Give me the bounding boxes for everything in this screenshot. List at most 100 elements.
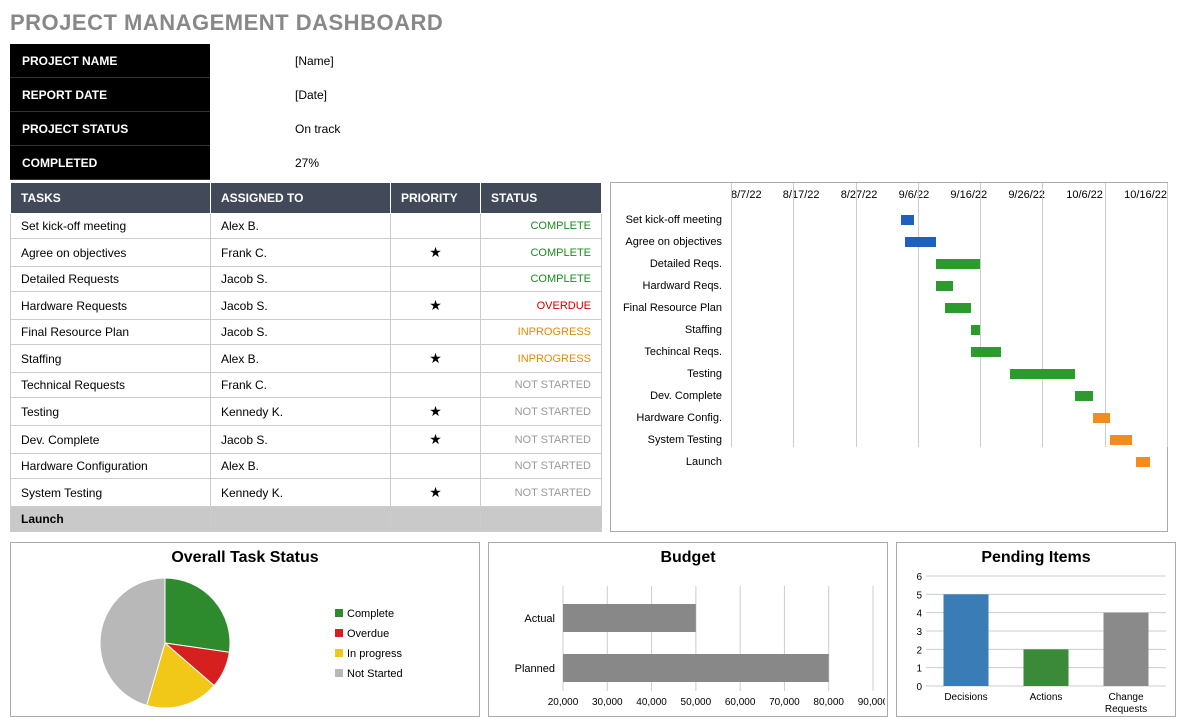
gantt-bar: [1110, 435, 1132, 445]
gantt-bar: [1136, 457, 1149, 467]
gantt-row: Agree on objectives: [731, 233, 1167, 255]
pending-bar: [1024, 649, 1069, 686]
budget-title: Budget: [493, 549, 883, 567]
axis-tick: 6: [916, 572, 922, 583]
task-status: INPROGRESS: [481, 345, 602, 373]
col-assigned: ASSIGNED TO: [211, 183, 391, 214]
task-status: OVERDUE: [481, 292, 602, 320]
table-row: Detailed Requests Jacob S. COMPLETE: [11, 267, 602, 292]
pending-label: Change: [1108, 692, 1143, 703]
pending-label: Requests: [1105, 704, 1147, 715]
task-status: NOT STARTED: [481, 398, 602, 426]
axis-tick: 4: [916, 609, 922, 620]
axis-tick: 0: [916, 682, 922, 693]
axis-tick: 50,000: [681, 697, 712, 708]
legend-label: Not Started: [347, 668, 403, 680]
axis-tick: 60,000: [725, 697, 756, 708]
info-value: On track: [210, 122, 340, 136]
axis-tick: 30,000: [592, 697, 623, 708]
task-priority: [391, 373, 481, 398]
gantt-label: Final Resource Plan: [611, 302, 726, 314]
pie-chart: CompleteOverdueIn progressNot Started: [15, 571, 475, 716]
gantt-bar: [1075, 391, 1092, 401]
axis-tick: 40,000: [636, 697, 667, 708]
info-value: [Date]: [210, 88, 327, 102]
task-priority: ★: [391, 479, 481, 507]
gantt-label: Techincal Reqs.: [611, 346, 726, 358]
task-name: Hardware Configuration: [11, 454, 211, 479]
task-name: Dev. Complete: [11, 426, 211, 454]
tasks-table: TASKS ASSIGNED TO PRIORITY STATUS Set ki…: [10, 182, 602, 532]
table-row: Testing Kennedy K. ★ NOT STARTED: [11, 398, 602, 426]
axis-tick: 70,000: [769, 697, 800, 708]
task-assigned: Jacob S.: [211, 426, 391, 454]
table-row: Technical Requests Frank C. NOT STARTED: [11, 373, 602, 398]
axis-tick: 3: [916, 627, 922, 638]
task-assigned: Kennedy K.: [211, 479, 391, 507]
gantt-bar: [901, 215, 914, 225]
task-name: Technical Requests: [11, 373, 211, 398]
panel-pending: Pending Items 0123456DecisionsActionsCha…: [896, 542, 1176, 717]
task-assigned: Frank C.: [211, 239, 391, 267]
task-assigned: Jacob S.: [211, 320, 391, 345]
legend-swatch: [335, 609, 343, 617]
task-name: Hardware Requests: [11, 292, 211, 320]
col-status: STATUS: [481, 183, 602, 214]
gantt-bar: [1010, 369, 1075, 379]
gantt-row: System Testing: [731, 431, 1167, 453]
task-priority: [391, 214, 481, 239]
info-value: [Name]: [210, 54, 334, 68]
info-label: COMPLETED: [10, 146, 210, 180]
gantt-bar: [905, 237, 936, 247]
gantt-label: Launch: [611, 456, 726, 468]
task-priority: ★: [391, 426, 481, 454]
task-name: Testing: [11, 398, 211, 426]
legend-label: In progress: [347, 648, 403, 660]
gantt-chart: 8/7/228/17/228/27/229/6/229/16/229/26/22…: [610, 182, 1168, 532]
info-block: PROJECT NAME[Name]REPORT DATE[Date]PROJE…: [10, 44, 1168, 180]
task-status: NOT STARTED: [481, 426, 602, 454]
task-priority: ★: [391, 239, 481, 267]
gantt-bar: [1093, 413, 1110, 423]
budget-label: Planned: [515, 663, 555, 675]
pie-slice: [165, 578, 230, 652]
budget-bar: [563, 654, 829, 682]
task-name: Agree on objectives: [11, 239, 211, 267]
gantt-bar: [971, 325, 980, 335]
task-assigned: Alex B.: [211, 454, 391, 479]
gantt-label: Dev. Complete: [611, 390, 726, 402]
pending-title: Pending Items: [901, 549, 1171, 567]
gantt-row: Dev. Complete: [731, 387, 1167, 409]
task-status: NOT STARTED: [481, 454, 602, 479]
info-label: PROJECT NAME: [10, 44, 210, 78]
panel-budget: Budget 20,00030,00040,00050,00060,00070,…: [488, 542, 888, 717]
legend-swatch: [335, 669, 343, 677]
table-row: Dev. Complete Jacob S. ★ NOT STARTED: [11, 426, 602, 454]
task-status: COMPLETE: [481, 239, 602, 267]
table-row: Staffing Alex B. ★ INPROGRESS: [11, 345, 602, 373]
status-title: Overall Task Status: [15, 549, 475, 567]
axis-tick: 2: [916, 645, 922, 656]
gantt-row: Techincal Reqs.: [731, 343, 1167, 365]
legend-label: Complete: [347, 608, 394, 620]
pending-bar: [944, 594, 989, 686]
gantt-label: Detailed Reqs.: [611, 258, 726, 270]
task-priority: ★: [391, 345, 481, 373]
task-status: COMPLETE: [481, 267, 602, 292]
task-priority: [391, 267, 481, 292]
col-tasks: TASKS: [11, 183, 211, 214]
table-row: Agree on objectives Frank C. ★ COMPLETE: [11, 239, 602, 267]
gantt-row: Hardward Reqs.: [731, 277, 1167, 299]
table-row: Set kick-off meeting Alex B. COMPLETE: [11, 214, 602, 239]
table-row: Hardware Requests Jacob S. ★ OVERDUE: [11, 292, 602, 320]
gantt-bar: [945, 303, 971, 313]
page-title: PROJECT MANAGEMENT DASHBOARD: [10, 10, 1168, 36]
task-status: INPROGRESS: [481, 320, 602, 345]
task-status: NOT STARTED: [481, 479, 602, 507]
gantt-row: Final Resource Plan: [731, 299, 1167, 321]
table-row: Hardware Configuration Alex B. NOT START…: [11, 454, 602, 479]
axis-tick: 80,000: [813, 697, 844, 708]
task-assigned: Alex B.: [211, 214, 391, 239]
gantt-label: Hardward Reqs.: [611, 280, 726, 292]
info-label: REPORT DATE: [10, 78, 210, 112]
